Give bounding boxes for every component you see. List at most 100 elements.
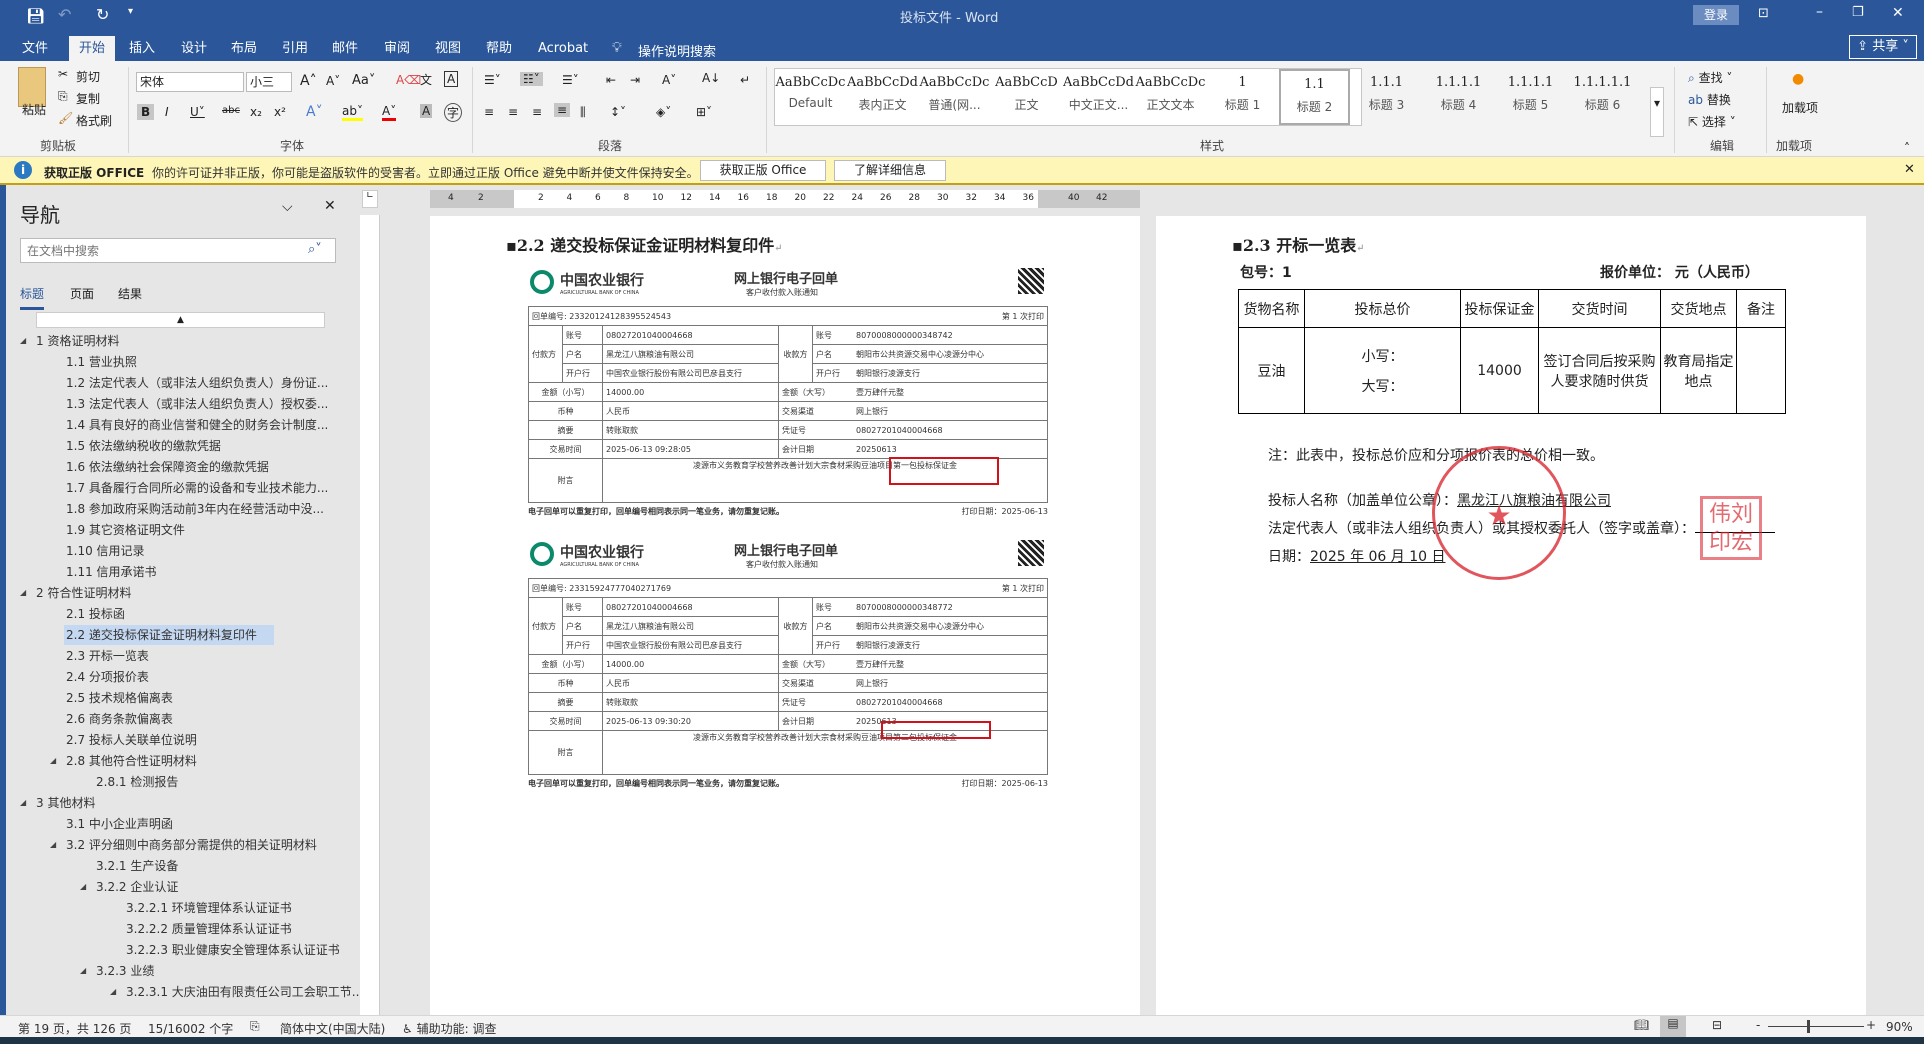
- nav-heading-item[interactable]: 2.2 递交投标保证金证明材料复印件: [64, 625, 274, 645]
- save-icon[interactable]: 💾︎: [26, 7, 45, 25]
- learn-more-button[interactable]: 了解详细信息: [834, 160, 946, 181]
- tab-home[interactable]: 开始: [69, 36, 116, 61]
- enclose-characters-icon[interactable]: 字: [444, 103, 463, 122]
- strikethrough-button[interactable]: abc: [222, 105, 240, 116]
- superscript-button[interactable]: x²: [274, 105, 286, 119]
- collapse-triangle-icon[interactable]: ◢: [20, 798, 26, 807]
- nav-heading-item[interactable]: 1.6 依法缴纳社会保障资金的缴款凭据: [64, 457, 269, 477]
- nav-heading-item[interactable]: 3.2.2.1 环境管理体系认证证书: [124, 898, 292, 918]
- nav-tab-results[interactable]: 结果: [118, 285, 142, 302]
- tab-design[interactable]: 设计: [171, 36, 217, 61]
- nav-heading-item[interactable]: 1.2 法定代表人（或非法人组织负责人）身份证...: [64, 373, 328, 393]
- clear-formatting-icon[interactable]: A⌫: [396, 73, 421, 87]
- shading-icon[interactable]: ◈˅: [656, 105, 671, 119]
- style-item[interactable]: AaBbCcDc 正文文本: [1135, 69, 1206, 125]
- nav-heading-item[interactable]: 1.1 营业执照: [64, 352, 137, 372]
- find-button[interactable]: ⌕ 查找 ˅: [1688, 69, 1732, 86]
- align-right-icon[interactable]: ≡: [532, 105, 542, 119]
- align-left-icon[interactable]: ≡: [484, 105, 494, 119]
- addins-button[interactable]: 加载项: [1782, 99, 1818, 116]
- nav-heading-item[interactable]: 2.5 技术规格偏离表: [64, 688, 173, 708]
- zoom-level[interactable]: 90%: [1886, 1020, 1913, 1034]
- style-item[interactable]: AaBbCcDdI 表内正文: [847, 69, 918, 125]
- word-count[interactable]: 15/16002 个字: [148, 1020, 233, 1037]
- tell-me-search[interactable]: 操作说明搜索: [638, 41, 716, 60]
- tab-view[interactable]: 视图: [425, 36, 471, 61]
- select-button[interactable]: ⇱ 选择 ˅: [1688, 113, 1736, 130]
- close-button[interactable]: ✕: [1892, 5, 1904, 21]
- zoom-out-button[interactable]: -: [1756, 1018, 1760, 1032]
- redo-icon[interactable]: ↻: [96, 5, 109, 24]
- cut-button[interactable]: 剪切: [76, 68, 100, 85]
- style-item[interactable]: AaBbCcDd 中文正文...: [1063, 69, 1134, 125]
- nav-heading-item[interactable]: 2 符合性证明材料: [34, 583, 131, 603]
- nav-heading-item[interactable]: 2.6 商务条款偏离表: [64, 709, 173, 729]
- nav-heading-item[interactable]: 2.1 投标函: [64, 604, 125, 624]
- search-icon[interactable]: ⌕˅: [308, 242, 322, 257]
- nav-tab-pages[interactable]: 页面: [70, 285, 94, 302]
- decrease-indent-icon[interactable]: ⇤: [606, 73, 616, 87]
- format-painter-button[interactable]: 格式刷: [76, 112, 112, 129]
- tab-file[interactable]: 文件: [12, 36, 58, 61]
- justify-icon[interactable]: ≡: [554, 103, 571, 117]
- collapse-triangle-icon[interactable]: ◢: [80, 966, 86, 975]
- zoom-in-button[interactable]: +: [1866, 1018, 1876, 1032]
- character-border-icon[interactable]: A: [444, 71, 459, 87]
- nav-heading-item[interactable]: 3.2.3 业绩: [94, 961, 154, 981]
- change-case-icon[interactable]: Aa˅: [352, 73, 375, 88]
- nav-heading-item[interactable]: 1.4 具有良好的商业信誉和健全的财务会计制度...: [64, 415, 328, 435]
- style-item[interactable]: 1.1.1.1 标题 4: [1423, 69, 1494, 125]
- style-item[interactable]: AaBbCcDc 普通(网...: [919, 69, 990, 125]
- zoom-slider-thumb[interactable]: [1807, 1020, 1811, 1033]
- nav-heading-item[interactable]: 1.7 具备履行合同所必需的设备和专业技术能力...: [64, 478, 328, 498]
- quick-access-customize-icon[interactable]: ▾: [128, 6, 133, 17]
- collapse-triangle-icon[interactable]: ◢: [50, 840, 56, 849]
- replace-button[interactable]: ab 替换: [1688, 91, 1731, 108]
- tab-review[interactable]: 审阅: [374, 36, 420, 61]
- collapse-triangle-icon[interactable]: ◢: [110, 987, 116, 996]
- bold-button[interactable]: B: [137, 104, 155, 120]
- show-marks-icon[interactable]: ↵: [740, 73, 750, 87]
- nav-heading-item[interactable]: 1.11 信用承诺书: [64, 562, 157, 582]
- numbering-icon[interactable]: ☷˅: [520, 72, 543, 86]
- tab-mailings[interactable]: 邮件: [322, 36, 368, 61]
- nav-heading-item[interactable]: 2.7 投标人关联单位说明: [64, 730, 197, 750]
- italic-button[interactable]: I: [165, 105, 169, 119]
- highlight-color-icon[interactable]: ab˅: [342, 104, 363, 121]
- tab-selector[interactable]: ∟: [362, 190, 378, 208]
- bullets-icon[interactable]: ☰˅: [484, 73, 501, 87]
- tab-insert[interactable]: 插入: [119, 36, 165, 61]
- nav-options-chevron-icon[interactable]: ⌵: [282, 199, 293, 215]
- login-button[interactable]: 登录: [1693, 5, 1739, 25]
- grow-font-icon[interactable]: A˄: [300, 73, 317, 89]
- undo-icon[interactable]: ↶: [58, 5, 71, 24]
- nav-heading-item[interactable]: 3.2.2 企业认证: [94, 877, 178, 897]
- style-item[interactable]: AaBbCcDc Default: [775, 69, 846, 125]
- tab-references[interactable]: 引用: [272, 36, 318, 61]
- nav-heading-item[interactable]: 3.2.2.3 职业健康安全管理体系认证证书: [124, 940, 340, 960]
- web-layout-icon[interactable]: ⊟: [1712, 1018, 1722, 1032]
- tab-layout[interactable]: 布局: [221, 36, 267, 61]
- chinese-layout-icon[interactable]: A˅: [662, 73, 676, 87]
- distributed-icon[interactable]: ⫼: [580, 105, 586, 120]
- borders-icon[interactable]: ⊞˅: [696, 105, 712, 119]
- horizontal-ruler[interactable]: 4 2 2 4 6 8 10 12 14 16 18 20 22 24 26 28 30 32 34 36 40 42: [430, 190, 1140, 208]
- minimize-button[interactable]: –: [1816, 4, 1823, 20]
- style-item[interactable]: 1 标题 1: [1207, 69, 1278, 125]
- line-spacing-icon[interactable]: ↕˅: [610, 105, 626, 119]
- collapse-triangle-icon[interactable]: ◢: [80, 882, 86, 891]
- style-item[interactable]: 1.1.1.1.1 标题 6: [1567, 69, 1638, 125]
- nav-tab-headings[interactable]: 标题: [20, 285, 45, 310]
- nav-heading-item[interactable]: 3.1 中小企业声明函: [64, 814, 173, 834]
- close-message-icon[interactable]: ✕: [1904, 162, 1915, 177]
- language[interactable]: 简体中文(中国大陆): [280, 1020, 385, 1037]
- collapse-triangle-icon[interactable]: ◢: [50, 756, 56, 765]
- nav-heading-item[interactable]: 1 资格证明材料: [34, 331, 119, 351]
- underline-button[interactable]: U˅: [190, 105, 205, 119]
- nav-heading-item[interactable]: 3 其他材料: [34, 793, 95, 813]
- get-genuine-button[interactable]: 获取正版 Office: [700, 160, 826, 181]
- sort-icon[interactable]: A↓: [702, 71, 720, 85]
- nav-heading-item[interactable]: 1.5 依法缴纳税收的缴款凭据: [64, 436, 221, 456]
- proofing-icon[interactable]: ⎘: [250, 1019, 260, 1034]
- ribbon-display-options-icon[interactable]: ⊡: [1758, 6, 1769, 21]
